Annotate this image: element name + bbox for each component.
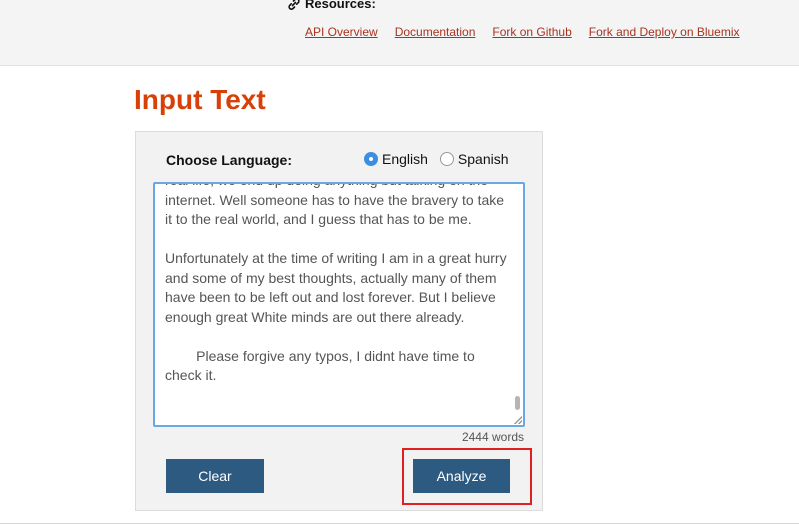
clear-button[interactable]: Clear xyxy=(166,459,264,493)
resources-label: Resources: xyxy=(305,0,376,11)
header-bar: Resources: API Overview Documentation Fo… xyxy=(0,0,799,66)
radio-spanish-label: Spanish xyxy=(457,151,509,167)
input-textarea[interactable]: real life, we end up doing anything but … xyxy=(153,182,525,427)
resources-heading: Resources: xyxy=(287,0,376,11)
textarea-scrollbar[interactable] xyxy=(512,184,522,425)
bottom-divider xyxy=(0,523,799,524)
radio-spanish-dot[interactable] xyxy=(439,152,454,166)
api-overview-link[interactable]: API Overview xyxy=(305,25,378,39)
choose-language-label: Choose Language: xyxy=(166,152,293,168)
resource-links: API Overview Documentation Fork on Githu… xyxy=(305,25,740,39)
radio-english[interactable]: English xyxy=(364,151,428,167)
radio-spanish[interactable]: Spanish xyxy=(439,151,509,167)
analyze-highlight-box xyxy=(402,448,532,505)
page-title: Input Text xyxy=(134,84,266,115)
radio-english-label: English xyxy=(382,151,428,167)
scrollbar-thumb[interactable] xyxy=(515,396,520,410)
word-count: 2444 words xyxy=(461,430,524,444)
fork-github-link[interactable]: Fork on Github xyxy=(492,25,571,39)
radio-english-dot[interactable] xyxy=(364,152,378,166)
language-radio-group: English Spanish xyxy=(364,151,509,167)
fork-deploy-bluemix-link[interactable]: Fork and Deploy on Bluemix xyxy=(589,25,740,39)
resize-grip-icon[interactable] xyxy=(514,416,522,424)
link-icon xyxy=(288,0,300,10)
textarea-content[interactable]: real life, we end up doing anything but … xyxy=(165,184,507,386)
documentation-link[interactable]: Documentation xyxy=(395,25,476,39)
